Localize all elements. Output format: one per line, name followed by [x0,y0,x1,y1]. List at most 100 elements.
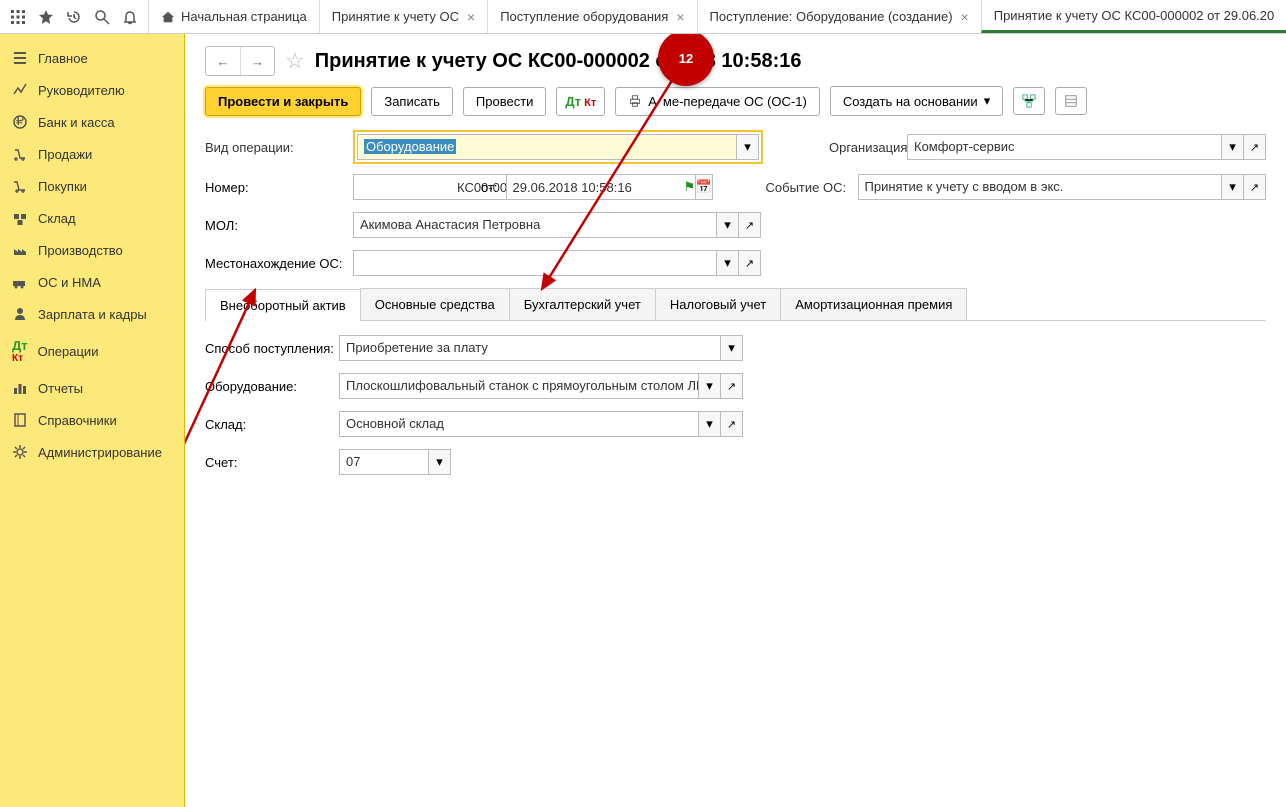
label-location: Местонахождение ОС: [205,256,345,271]
top-icons [0,0,148,33]
row-location: Местонахождение ОС: ▾ ↗ [205,250,1266,276]
label-number: Номер: [205,180,345,195]
save-button[interactable]: Записать [371,87,453,116]
svg-text:₽: ₽ [16,114,24,128]
label-org: Организация: [829,140,899,155]
doc-tab-accounting[interactable]: Бухгалтерский учет [509,288,656,320]
sidebar-item-main[interactable]: Главное [0,42,184,74]
sidebar-item-fixed-assets[interactable]: ОС и НМА [0,266,184,298]
dropdown-icon[interactable]: ▾ [717,212,739,238]
printer-icon [628,94,642,108]
label-acct: Счет: [205,455,339,470]
sidebar-item-admin[interactable]: Администрирование [0,436,184,468]
dropdown-icon[interactable]: ▾ [721,335,743,361]
open-icon[interactable]: ↗ [1244,174,1266,200]
sidebar-item-sales[interactable]: Продажи [0,138,184,170]
dtkt-icon: ДтКт [12,338,28,364]
doc-tab-depreciation[interactable]: Амортизационная премия [780,288,967,320]
doc-tab-fixed-assets[interactable]: Основные средства [360,288,510,320]
close-icon[interactable]: × [961,9,969,25]
open-icon[interactable]: ↗ [721,373,743,399]
tab-2[interactable]: Поступление оборудования× [487,0,696,33]
dropdown-icon[interactable]: ▾ [429,449,451,475]
star-icon[interactable] [32,3,60,31]
close-icon[interactable]: × [676,9,684,25]
annotation-12: 12 [658,34,714,86]
content: 12 13 ← → ☆ Принятие к учету ОС КС00-000… [185,34,1286,807]
sidebar-item-purchases[interactable]: Покупки [0,170,184,202]
doc-tab-noncurrent[interactable]: Внеоборотный актив [205,289,361,321]
nav-forward[interactable]: → [240,47,274,75]
open-icon[interactable]: ↗ [1244,134,1266,160]
dtkt-button[interactable]: Дт Кт [556,87,605,116]
nav-back[interactable]: ← [206,47,240,75]
date-field[interactable]: 📅 [506,174,676,200]
open-icon[interactable]: ↗ [739,250,761,276]
sidebar-item-catalogs[interactable]: Справочники [0,404,184,436]
sidebar-item-operations[interactable]: ДтКтОперации [0,330,184,372]
search-icon[interactable] [88,3,116,31]
acct-field[interactable]: 07 ▾ [339,449,451,475]
label-way: Способ поступления: [205,341,339,356]
label-op-type: Вид операции: [205,140,345,155]
sidebar: Главное Руководителю ₽Банк и касса Прода… [0,34,185,807]
tab-1[interactable]: Принятие к учету ОС× [319,0,487,33]
label-event: Событие ОС: [766,180,850,195]
dropdown-icon[interactable]: ▾ [717,250,739,276]
dropdown-icon[interactable]: ▾ [1222,134,1244,160]
form-grid: Вид операции: Оборудование ▾ Организация… [205,130,1266,164]
row-number: Номер: от: 📅 ⚑ Событие ОС: Принятие к уч… [205,174,1266,200]
row-mol: МОЛ: Акимова Анастасия Петровна ▾ ↗ [205,212,1266,238]
tab-3[interactable]: Поступление: Оборудование (создание)× [697,0,981,33]
location-field[interactable]: ▾ ↗ [353,250,761,276]
dropdown-icon[interactable]: ▾ [737,134,759,160]
status-flag-icon: ⚑ [684,179,702,195]
sidebar-item-production[interactable]: Производство [0,234,184,266]
chevron-down-icon: ▾ [984,93,991,109]
tab-home-label: Начальная страница [181,9,307,24]
sidebar-item-reports[interactable]: Отчеты [0,372,184,404]
tab-4[interactable]: Принятие к учету ОС КС00-000002 от 29.06… [981,0,1286,33]
post-and-close-button[interactable]: Провести и закрыть [205,87,361,116]
close-icon[interactable]: × [467,9,475,25]
page-title: Принятие к учету ОС КС00-000002 от 018 1… [315,50,802,73]
wh-field[interactable]: Основной склад ▾ ↗ [339,411,743,437]
tab-content: Способ поступления: Приобретение за плат… [205,321,1266,501]
sidebar-item-hr[interactable]: Зарплата и кадры [0,298,184,330]
event-field[interactable]: Принятие к учету с вводом в экс. ▾ ↗ [858,174,1266,200]
print-act-button[interactable]: Аме-передаче ОС (ОС-1) [615,87,820,116]
doc-tab-tax[interactable]: Налоговый учет [655,288,781,320]
title-row: ← → ☆ Принятие к учету ОС КС00-000002 от… [205,46,1266,76]
open-icon[interactable]: ↗ [721,411,743,437]
label-equip: Оборудование: [205,379,339,394]
doc-toolbar: Провести и закрыть Записать Провести Дт … [205,86,1266,116]
home-icon [161,10,175,24]
open-icon[interactable]: ↗ [739,212,761,238]
structure-button[interactable] [1013,87,1045,115]
sidebar-item-warehouse[interactable]: Склад [0,202,184,234]
dropdown-icon[interactable]: ▾ [699,373,721,399]
label-mol: МОЛ: [205,218,345,233]
create-based-button[interactable]: Создать на основании ▾ [830,86,1003,116]
equip-field[interactable]: Плоскошлифовальный станок с прямоугольны… [339,373,743,399]
dropdown-icon[interactable]: ▾ [1222,174,1244,200]
org-field[interactable]: Комфорт-сервис ▾ ↗ [907,134,1266,160]
label-wh: Склад: [205,417,339,432]
label-from: от: [481,180,498,195]
apps-icon[interactable] [4,3,32,31]
list-button[interactable] [1055,87,1087,115]
mol-field[interactable]: Акимова Анастасия Петровна ▾ ↗ [353,212,761,238]
post-button[interactable]: Провести [463,87,547,116]
favorite-star-icon[interactable]: ☆ [285,48,305,74]
dropdown-icon[interactable]: ▾ [699,411,721,437]
bell-icon[interactable] [116,3,144,31]
sidebar-item-bank[interactable]: ₽Банк и касса [0,106,184,138]
doc-tabs: Внеоборотный актив Основные средства Бух… [205,288,1266,321]
sidebar-item-manager[interactable]: Руководителю [0,74,184,106]
top-bar: Начальная страница Принятие к учету ОС× … [0,0,1286,34]
way-field[interactable]: Приобретение за плату ▾ [339,335,743,361]
tab-home[interactable]: Начальная страница [148,0,319,33]
history-icon[interactable] [60,3,88,31]
op-type-field[interactable]: Оборудование ▾ [353,130,763,164]
nav-buttons: ← → [205,46,275,76]
